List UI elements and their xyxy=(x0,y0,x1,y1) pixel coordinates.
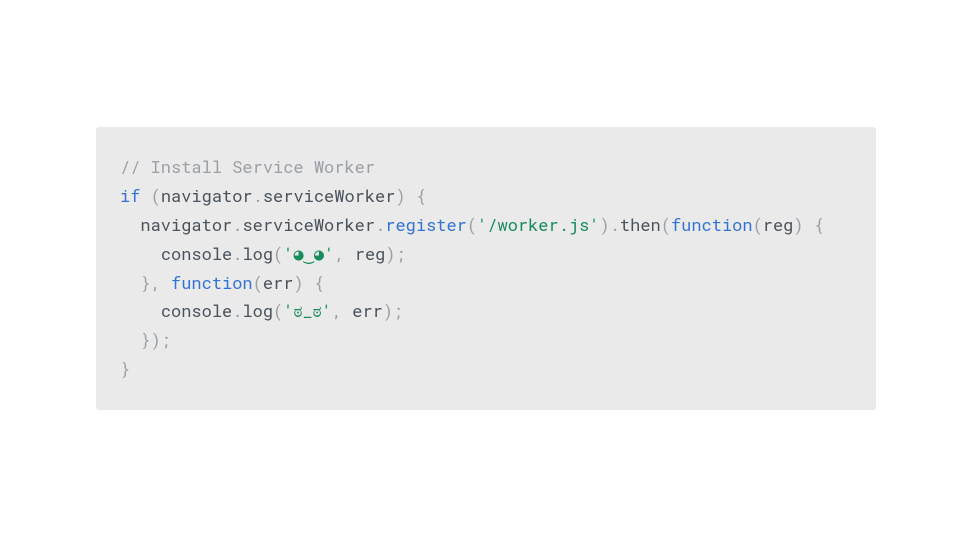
identifier: then xyxy=(620,213,661,236)
punct: ) { xyxy=(395,184,426,207)
identifier: log xyxy=(242,299,273,322)
punct: ( xyxy=(753,213,763,236)
code-block: // Install Service Workerif (navigator.s… xyxy=(96,127,876,410)
indent xyxy=(120,328,140,351)
punct: . xyxy=(375,213,385,236)
param: err xyxy=(263,271,294,294)
punct: ( xyxy=(273,299,283,322)
code-line: }); xyxy=(120,326,852,355)
identifier: serviceWorker xyxy=(242,213,375,236)
keyword-if: if xyxy=(120,184,140,207)
punct: , xyxy=(332,299,352,322)
string-token: '/worker.js' xyxy=(477,213,599,236)
code-line: // Install Service Worker xyxy=(120,153,852,182)
param: reg xyxy=(763,213,794,236)
identifier: navigator xyxy=(140,213,232,236)
indent xyxy=(120,242,161,265)
identifier: console xyxy=(161,299,232,322)
punct: . xyxy=(232,242,242,265)
keyword-function: function xyxy=(171,271,253,294)
punct: ); xyxy=(385,242,405,265)
punct: . xyxy=(610,213,620,236)
identifier: log xyxy=(242,242,273,265)
string-token: 'ಠ_ಠ' xyxy=(283,299,332,322)
punct: ); xyxy=(383,299,403,322)
identifier: console xyxy=(161,242,232,265)
string-token: '◕‿◕' xyxy=(283,242,334,265)
punct: ( xyxy=(273,242,283,265)
identifier: navigator xyxy=(161,184,253,207)
punct: ( xyxy=(253,271,263,294)
punct: . xyxy=(232,299,242,322)
punct: ( xyxy=(467,213,477,236)
punct: }, xyxy=(140,271,171,294)
method-register: register xyxy=(385,213,467,236)
code-line: console.log('◕‿◕', reg); xyxy=(120,240,852,269)
code-line: }, function(err) { xyxy=(120,269,852,298)
punct: ) { xyxy=(793,213,824,236)
param: err xyxy=(352,299,383,322)
punct: . xyxy=(232,213,242,236)
punct: ) xyxy=(600,213,610,236)
punct: . xyxy=(253,184,263,207)
punct: }); xyxy=(140,328,171,351)
punct: ( xyxy=(140,184,160,207)
indent xyxy=(120,213,140,236)
param: reg xyxy=(355,242,386,265)
code-line: console.log('ಠ_ಠ', err); xyxy=(120,297,852,326)
punct: } xyxy=(120,357,130,380)
keyword-function: function xyxy=(671,213,753,236)
identifier: serviceWorker xyxy=(263,184,396,207)
indent xyxy=(120,299,161,322)
comment-token: // Install Service Worker xyxy=(120,155,375,178)
code-line: } xyxy=(120,355,852,384)
code-line: navigator.serviceWorker.register('/worke… xyxy=(120,211,852,240)
punct: , xyxy=(334,242,354,265)
code-line: if (navigator.serviceWorker) { xyxy=(120,182,852,211)
indent xyxy=(120,271,140,294)
punct: ( xyxy=(661,213,671,236)
punct: ) { xyxy=(293,271,324,294)
